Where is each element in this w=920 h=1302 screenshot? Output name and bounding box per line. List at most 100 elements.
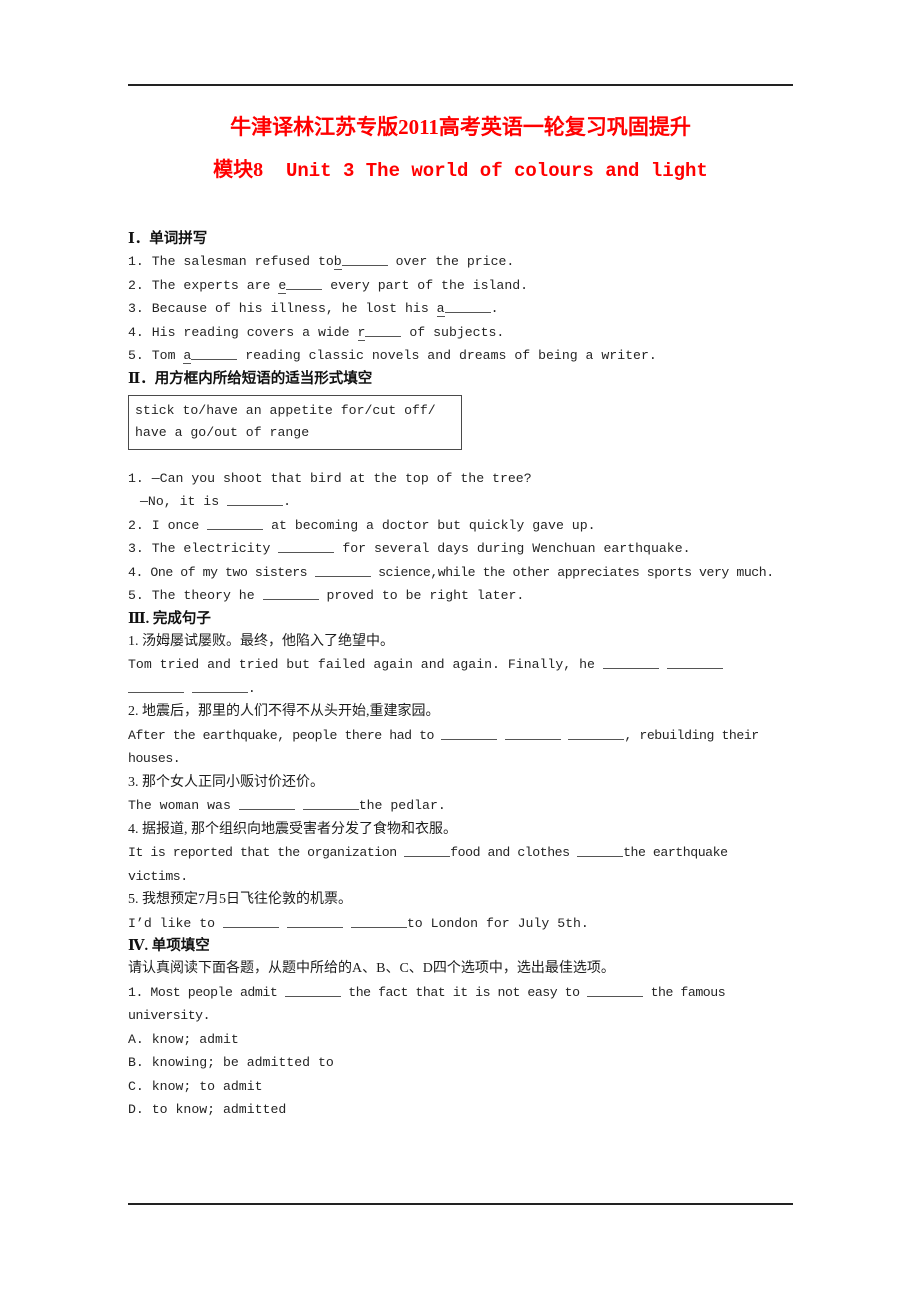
question-item-english: It is reported that the organization foo… [128, 841, 793, 888]
item-text-mid: food and clothes [450, 845, 570, 860]
answer-blank[interactable] [314, 563, 371, 577]
item-number: 5. [128, 348, 144, 363]
item-number: 2. [128, 277, 144, 293]
item-number: 1. [128, 254, 144, 269]
answer-blank[interactable] [207, 516, 264, 530]
hint-letter: r [357, 324, 366, 341]
page-title: 牛津译林江苏专版2011高考英语一轮复习巩固提升 [230, 115, 691, 139]
answer-blank[interactable] [568, 726, 625, 740]
item-text-pre: The woman was [128, 798, 231, 813]
phrase-bank-line: have a go/out of range [135, 424, 310, 440]
answer-blank[interactable] [444, 299, 491, 313]
item-text-pre: It is reported that the organization [128, 845, 397, 860]
option-key: A. [128, 1031, 144, 1047]
answer-blank[interactable] [341, 252, 388, 266]
question-item: 4. One of my two sisters science,while t… [128, 561, 793, 585]
answer-blank[interactable] [441, 726, 498, 740]
item-text-post: for several days during Wenchuan earthqu… [342, 541, 691, 556]
item-number: 3. [128, 774, 139, 790]
item-text: 那个女人正同小贩讨价还价。 [142, 774, 324, 790]
item-text-pre: Most people admit [150, 984, 278, 1000]
question-item: 1. The salesman refused tob over the pri… [128, 250, 793, 274]
answer-blank[interactable] [286, 276, 323, 290]
answer-blank[interactable] [365, 323, 402, 337]
answer-blank[interactable] [238, 796, 295, 810]
item-text-post: at becoming a doctor but quickly gave up… [271, 517, 596, 533]
section-heading-1: Ⅰ．单词拼写 [128, 231, 208, 247]
choice-option-d[interactable]: D. to know; admitted [128, 1098, 793, 1122]
question-item: 5. The theory he proved to be right late… [128, 584, 793, 608]
item-number: 3. [128, 541, 144, 556]
item-text-pre: Tom [151, 348, 176, 363]
subtitle-module: 模块8 [213, 159, 264, 181]
section-heading-2: Ⅱ．用方框内所给短语的适当形式填空 [128, 370, 373, 387]
phrase-bank-line: stick to/have an appetite for/cut off/ [135, 402, 436, 418]
choice-option-a[interactable]: A. know; admit [128, 1028, 793, 1052]
section-heading-4: Ⅳ. 单项填空 [128, 938, 210, 954]
item-number: 5. [128, 588, 144, 603]
item-text-post: science,while the other appreciates spor… [378, 564, 774, 580]
hint-letter: b [333, 254, 342, 270]
phrase-bank-box: stick to/have an appetite for/cut off/ h… [128, 394, 462, 450]
answer-blank[interactable] [577, 843, 624, 857]
bottom-divider [128, 1203, 793, 1205]
item-text-pre: The salesman refused to [151, 254, 334, 269]
answer-blank[interactable] [587, 983, 644, 997]
item-text-post: . [247, 680, 256, 696]
section-instruction: 请认真阅读下面各题，从题中所给的A、B、C、D四个选项中，选出最佳选项。 [128, 961, 615, 976]
choice-option-b[interactable]: B. knowing; be admitted to [128, 1051, 793, 1075]
option-key: D. [128, 1102, 144, 1117]
page-subtitle: 模块8 Unit 3 The world of colours and ligh… [128, 156, 793, 185]
question-item: 1. —Can you shoot that bird at the top o… [128, 467, 793, 491]
answer-blank[interactable] [286, 914, 343, 928]
item-number: 3. [128, 301, 144, 316]
answer-blank[interactable] [666, 655, 723, 669]
item-text-post: proved to be right later. [326, 588, 525, 603]
item-number: 5. [128, 892, 139, 907]
answer-blank[interactable] [602, 655, 659, 669]
answer-blank[interactable] [284, 983, 341, 997]
item-text-pre: After the earthquake, people there had t… [128, 727, 435, 743]
item-number: 2. [128, 517, 144, 533]
question-item-chinese: 2. 地震后，那里的人们不得不从头开始,重建家园。 [128, 700, 793, 724]
item-text-post: the pedlar. [358, 798, 446, 813]
item-number: 1. [128, 470, 144, 486]
question-item: 2. The experts are e every part of the i… [128, 274, 793, 298]
question-item: 2. I once at becoming a doctor but quick… [128, 514, 793, 538]
item-text-post: . [490, 301, 499, 316]
item-text-pre: I once [151, 517, 200, 533]
answer-blank[interactable] [504, 726, 561, 740]
option-key: C. [128, 1078, 144, 1094]
answer-blank[interactable] [128, 679, 184, 693]
item-text-mid: the fact that it is not easy to [348, 984, 580, 1000]
question-item-english: The woman was the pedlar. [128, 794, 793, 818]
answer-blank[interactable] [404, 843, 451, 857]
answer-blank[interactable] [222, 914, 279, 928]
question-item: 5. Tom a reading classic novels and drea… [128, 344, 793, 368]
item-text-pre: His reading covers a wide [151, 324, 350, 340]
item-text: 我想预定7月5日飞往伦敦的机票。 [142, 892, 352, 907]
answer-blank[interactable] [191, 679, 248, 693]
item-text-pre: Because of his illness, he lost his [151, 301, 429, 316]
worksheet-page: 牛津译林江苏专版2011高考英语一轮复习巩固提升 模块8 Unit 3 The … [128, 0, 793, 1302]
answer-blank[interactable] [191, 346, 238, 360]
item-text-pre: —No, it is [140, 494, 220, 509]
choice-option-c[interactable]: C. know; to admit [128, 1075, 793, 1099]
question-item-english: After the earthquake, people there had t… [128, 724, 793, 771]
hint-letter: a [436, 301, 445, 317]
answer-blank[interactable] [350, 914, 407, 928]
section-heading-3: Ⅲ. 完成句子 [128, 610, 211, 627]
item-text-post: over the price. [395, 254, 515, 269]
answer-blank[interactable] [262, 586, 319, 600]
item-number: 4. [128, 821, 139, 837]
item-text-post: of subjects. [409, 324, 505, 340]
answer-blank[interactable] [227, 492, 284, 506]
option-text: to know; admitted [151, 1102, 287, 1117]
question-item: 1. Most people admit the fact that it is… [128, 981, 793, 1028]
answer-blank[interactable] [302, 796, 359, 810]
question-item-english: Tom tried and tried but failed again and… [128, 653, 793, 677]
question-item-answer-line: —No, it is . [128, 490, 793, 514]
answer-blank[interactable] [278, 539, 335, 553]
item-text: 汤姆屡试屡败。最终，他陷入了绝望中。 [142, 633, 394, 649]
